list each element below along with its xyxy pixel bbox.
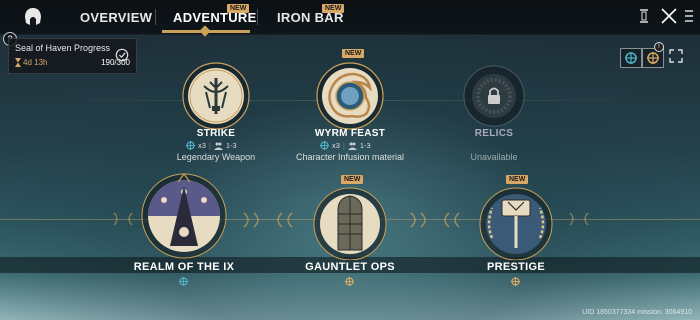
reward-icon [511, 277, 520, 286]
new-badge: NEW [342, 49, 365, 58]
link-ornament-icon [243, 212, 293, 228]
crosshair-icon [179, 277, 188, 286]
crosshair-icon [186, 141, 195, 150]
relics-status: Unavailable [470, 152, 518, 162]
wyrm-feast-multiplier: x3 [332, 141, 340, 150]
tab-separator [257, 9, 258, 25]
reward-icon [345, 277, 354, 286]
realm-of-the-ix-node-icon[interactable] [140, 172, 228, 260]
active-tab-diamond [199, 25, 211, 37]
new-badge: NEW [227, 4, 250, 13]
strike-node-icon[interactable] [182, 62, 250, 130]
relics-label: RELICS [474, 128, 514, 139]
activity-filter-button[interactable] [620, 48, 642, 68]
checkmark-circle-icon[interactable] [115, 48, 129, 62]
tab-separator [155, 9, 156, 25]
new-badge: NEW [341, 175, 364, 184]
prestige-label: PRESTIGE [486, 261, 546, 273]
crosshair-icon [625, 52, 637, 64]
new-badge: NEW [506, 175, 529, 184]
relics-node-icon[interactable] [462, 64, 526, 128]
seal-time-remaining: 4d 13h [23, 58, 48, 67]
pin-icon[interactable] [638, 8, 650, 24]
link-ornament-icon [410, 212, 460, 228]
wyrm-feast-stats: x3 | 1-3 [320, 141, 371, 150]
wyrm-feast-node-icon[interactable] [316, 62, 384, 130]
hourglass-icon [15, 58, 21, 67]
wyrm-feast-label: WYRM FEAST [314, 128, 386, 139]
helmet-logo-icon[interactable] [22, 6, 44, 28]
crosshair-icon [320, 141, 329, 150]
top-navigation-bar: OVERVIEW ADVENTURE NEW IRON BAR NEW [0, 0, 700, 37]
wyrm-feast-range: 1-3 [359, 141, 371, 150]
strike-range: 1-3 [225, 141, 237, 150]
gauntlet-ops-node-icon[interactable] [306, 184, 394, 260]
prestige-node-icon[interactable] [472, 184, 560, 260]
link-ornament-icon [113, 212, 133, 226]
seal-title: Seal of Haven Progress [15, 43, 111, 53]
link-ornament-icon [569, 212, 589, 226]
expand-icon[interactable] [668, 48, 684, 64]
strike-multiplier: x3 [198, 141, 206, 150]
close-icon[interactable] [660, 7, 678, 25]
players-icon [213, 142, 223, 150]
new-badge: NEW [322, 4, 345, 13]
tab-overview[interactable]: OVERVIEW [80, 10, 152, 25]
players-icon [347, 142, 357, 150]
menu-icon[interactable] [684, 8, 694, 24]
wyrm-feast-reward: Character Infusion material [295, 152, 405, 162]
notification-badge: ! [654, 42, 664, 52]
uid-readout: UID 1850377334 mission: 3064910 [582, 309, 692, 316]
realm-of-the-ix-label: REALM OF THE IX [133, 261, 235, 273]
strike-stats: x3 | 1-3 [186, 141, 237, 150]
gauntlet-ops-label: GAUNTLET OPS [305, 261, 395, 273]
strike-reward: Legendary Weapon [176, 152, 256, 162]
strike-label: STRIKE [196, 128, 236, 139]
